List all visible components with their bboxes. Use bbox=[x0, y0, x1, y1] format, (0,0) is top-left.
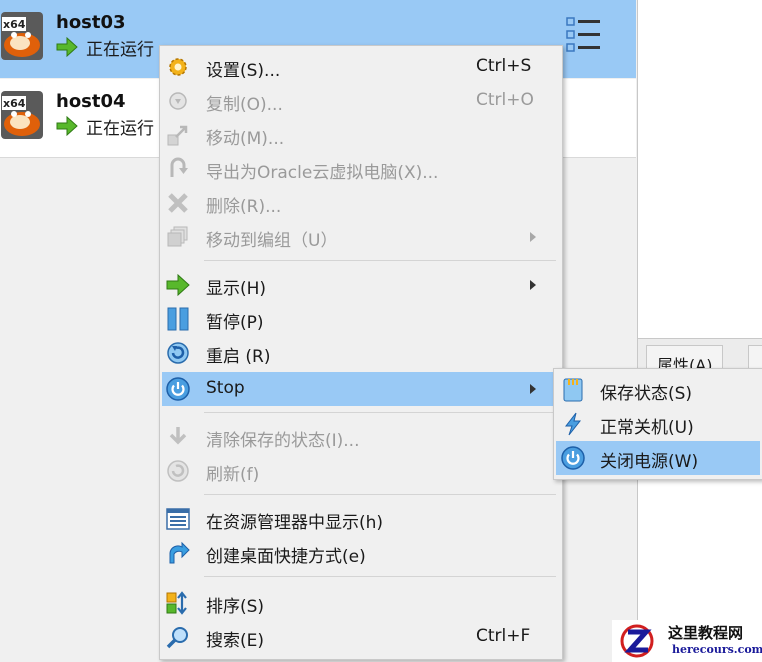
menu-item-refresh: 刷新(f) bbox=[162, 454, 560, 488]
menu-item-create-shortcut[interactable]: 创建桌面快捷方式(e) bbox=[162, 536, 560, 570]
menu-item-shortcut: Ctrl+S bbox=[476, 56, 532, 76]
menu-item-label: 复制(O)... bbox=[206, 95, 283, 115]
gear-icon bbox=[169, 58, 187, 76]
menu-item-shortcut: Ctrl+F bbox=[476, 626, 531, 646]
menu-item-label: 排序(S) bbox=[206, 597, 265, 617]
menu-item-sort[interactable]: 排序(S) bbox=[162, 586, 560, 620]
menu-item-label: 移动到编组（U） bbox=[206, 231, 338, 251]
power-icon bbox=[166, 377, 190, 401]
search-icon bbox=[166, 627, 188, 649]
menu-item-label: 在资源管理器中显示(h) bbox=[206, 513, 384, 533]
sort-icon bbox=[166, 591, 187, 615]
move-icon bbox=[167, 125, 188, 146]
menu-item-shortcut: Ctrl+O bbox=[476, 90, 534, 110]
shortcut-icon bbox=[169, 541, 190, 564]
submenu-arrow-icon bbox=[530, 280, 536, 290]
menu-item-export-cloud: 导出为Oracle云虚拟电脑(X)... bbox=[162, 152, 560, 186]
menu-item-discard-state: 清除保存的状态(I)... bbox=[162, 420, 560, 454]
menu-item-label: 清除保存的状态(I)... bbox=[206, 431, 360, 451]
menu-item-label: 创建桌面快捷方式(e) bbox=[206, 547, 366, 567]
context-menu: 设置(S)... Ctrl+S 复制(O)... Ctrl+O 移动(M)...… bbox=[159, 45, 563, 660]
menu-item-show[interactable]: 显示(H) bbox=[162, 268, 560, 302]
running-arrow-icon bbox=[56, 116, 78, 136]
vm-status-text: 正在运行 bbox=[86, 118, 154, 139]
menu-item-label: 显示(H) bbox=[206, 279, 267, 299]
submenu-item-acpi-shutdown[interactable]: 正常关机(U) bbox=[556, 407, 760, 441]
export-cloud-icon bbox=[170, 157, 188, 177]
menu-item-label: 暂停(P) bbox=[206, 313, 264, 333]
watermark: 这里教程网 herecours.com bbox=[612, 620, 762, 662]
explorer-icon bbox=[166, 508, 190, 530]
menu-item-stop[interactable]: Stop bbox=[162, 372, 560, 406]
running-arrow-icon bbox=[56, 37, 78, 57]
menu-item-move: 移动(M)... bbox=[162, 118, 560, 152]
submenu-item-label: 保存状态(S) bbox=[600, 384, 693, 404]
menu-item-label: 刷新(f) bbox=[206, 465, 260, 485]
vm-name: host04 bbox=[56, 91, 126, 112]
reset-icon bbox=[167, 342, 189, 364]
submenu-arrow-icon bbox=[530, 384, 536, 394]
submenu-item-save-state[interactable]: 保存状态(S) bbox=[556, 373, 760, 407]
menu-item-label: 设置(S)... bbox=[206, 61, 281, 81]
pause-icon bbox=[167, 307, 189, 331]
stop-submenu: 保存状态(S) 正常关机(U) 关闭电源(W) bbox=[553, 368, 762, 480]
menu-item-label: Stop bbox=[206, 378, 245, 398]
discard-state-icon bbox=[169, 427, 187, 445]
submenu-item-power-off[interactable]: 关闭电源(W) bbox=[556, 441, 760, 475]
menu-separator bbox=[204, 494, 556, 495]
menu-item-delete: 删除(R)... bbox=[162, 186, 560, 220]
vm-status-text: 正在运行 bbox=[86, 39, 154, 60]
os-badge: x64 bbox=[3, 97, 26, 110]
menu-item-label: 删除(R)... bbox=[206, 197, 282, 217]
refresh-icon bbox=[167, 460, 189, 482]
menu-separator bbox=[204, 412, 556, 413]
watermark-logo-icon bbox=[620, 624, 654, 658]
details-panel: 属性(A) bbox=[637, 0, 762, 662]
watermark-url: herecours.com bbox=[672, 643, 762, 656]
menu-separator bbox=[204, 576, 556, 577]
vm-status: 正在运行 bbox=[56, 115, 154, 139]
menu-item-label: 导出为Oracle云虚拟电脑(X)... bbox=[206, 163, 439, 183]
delete-icon bbox=[168, 193, 188, 213]
menu-item-move-to-group: 移动到编组（U） bbox=[162, 220, 560, 254]
submenu-item-label: 正常关机(U) bbox=[600, 418, 694, 438]
menu-item-reset[interactable]: 重启 (R) bbox=[162, 336, 560, 370]
watermark-title: 这里教程网 bbox=[668, 624, 744, 642]
vm-status: 正在运行 bbox=[56, 36, 154, 60]
show-arrow-icon bbox=[166, 273, 190, 297]
submenu-item-label: 关闭电源(W) bbox=[600, 452, 699, 472]
linux-os-icon: x64 bbox=[1, 12, 43, 60]
menu-item-label: 重启 (R) bbox=[206, 347, 271, 367]
vm-name: host03 bbox=[56, 12, 126, 33]
menu-item-settings[interactable]: 设置(S)... Ctrl+S bbox=[162, 50, 560, 84]
clone-icon bbox=[169, 92, 187, 110]
save-state-icon bbox=[563, 378, 583, 402]
group-icon bbox=[167, 226, 188, 247]
menu-item-search[interactable]: 搜索(E) Ctrl+F bbox=[162, 620, 560, 654]
os-badge: x64 bbox=[3, 18, 26, 31]
acpi-shutdown-icon bbox=[564, 412, 582, 436]
power-off-icon bbox=[561, 446, 585, 470]
menu-item-label: 移动(M)... bbox=[206, 129, 285, 149]
menu-separator bbox=[204, 260, 556, 261]
menu-item-label: 搜索(E) bbox=[206, 631, 265, 651]
linux-os-icon: x64 bbox=[1, 91, 43, 139]
vm-details-menu-icon[interactable] bbox=[566, 16, 602, 54]
menu-item-show-in-explorer[interactable]: 在资源管理器中显示(h) bbox=[162, 502, 560, 536]
submenu-arrow-icon bbox=[530, 232, 536, 242]
menu-item-clone: 复制(O)... Ctrl+O bbox=[162, 84, 560, 118]
menu-item-pause[interactable]: 暂停(P) bbox=[162, 302, 560, 336]
